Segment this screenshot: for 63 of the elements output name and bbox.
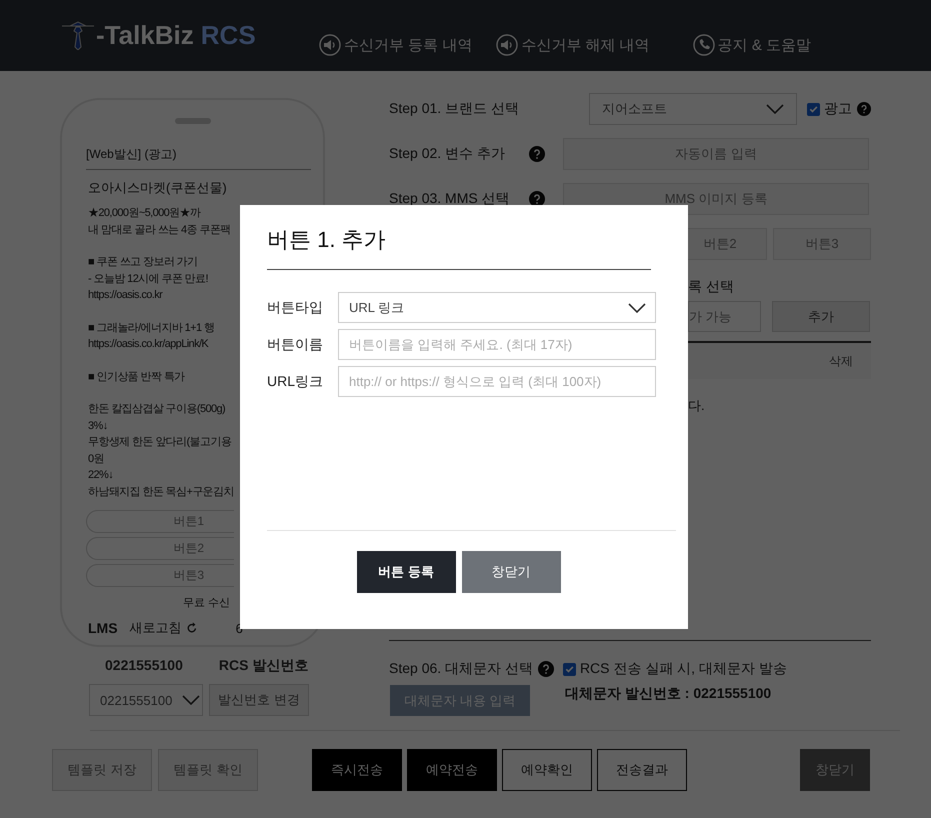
footer-button[interactable]: 예약확인 bbox=[502, 749, 592, 791]
logo-text: -TalkBiz bbox=[96, 20, 194, 50]
message-line: ■ 그래놀라/에너지바 1+1 행 bbox=[88, 320, 214, 336]
input-field[interactable]: http:// or https:// 형식으로 입력 (최대 100자) bbox=[338, 366, 656, 397]
field-label: 버튼타입 bbox=[267, 298, 324, 316]
modal-button[interactable]: 창닫기 bbox=[462, 551, 560, 593]
message-title: 오아시스마켓(쿠폰선물) bbox=[88, 180, 228, 196]
button-type-select[interactable]: URL 링크 bbox=[338, 292, 656, 323]
sender-label: RCS 발신번호 bbox=[218, 657, 308, 675]
logo-accent: RCS bbox=[200, 20, 256, 50]
message-line: 내 맘대로 골라 쓰는 4종 쿠폰팩 bbox=[88, 222, 231, 238]
sender-number: 0221555100 bbox=[105, 657, 183, 675]
footer-button[interactable]: 즉시전송 bbox=[312, 749, 402, 791]
message-line: ■ 인기상품 반짝 특가 bbox=[88, 370, 185, 384]
step-label: Step 03. MMS 선택 bbox=[389, 190, 511, 208]
fallback-sender-info: 대체문자 발신번호 : 0221555100 bbox=[565, 684, 772, 702]
message-line: 하남돼지집 한돈 목심+구운김치 bbox=[88, 484, 234, 500]
checkbox[interactable] bbox=[562, 662, 576, 676]
message-line: 22%↓ bbox=[88, 468, 114, 483]
chevron-icon bbox=[766, 104, 784, 114]
step-label: Step 06. 대체문자 선택 bbox=[389, 660, 533, 678]
field-label: 버튼이름 bbox=[267, 336, 324, 354]
message-line: https://oasis.co.kr/appLink/K bbox=[88, 337, 208, 352]
nav-link[interactable]: 수신거부 등록 내역 bbox=[319, 34, 472, 56]
message-line: 0원 bbox=[88, 452, 104, 466]
input-field[interactable]: 버튼이름을 입력해 주세요. (최대 17자) bbox=[338, 329, 656, 360]
fallback-label: RCS 전송 실패 시, 대체문자 발송 bbox=[580, 660, 787, 678]
modal-button[interactable]: 버튼 등록 bbox=[356, 551, 456, 593]
phone-icon bbox=[692, 34, 715, 56]
step-label: 록 선택 bbox=[688, 278, 735, 296]
speaker-icon bbox=[319, 34, 341, 56]
footer-button[interactable]: 전송결과 bbox=[597, 749, 687, 791]
message-line: https://oasis.co.kr bbox=[88, 288, 162, 303]
message-heading: [Web발신] (광고) bbox=[86, 142, 311, 170]
footer-button[interactable]: 예약전송 bbox=[407, 749, 497, 791]
optout-text: 무료 수신 bbox=[183, 596, 230, 610]
step-label: Step 01. 브랜드 선택 bbox=[389, 100, 519, 118]
brand-select[interactable]: 지어소프트 bbox=[588, 93, 797, 125]
message-line: ★20,000원~5,000원★까 bbox=[88, 206, 200, 221]
message-line: 한돈 칼집삼겹살 구이용(500g) bbox=[88, 402, 226, 417]
field-label: URL링크 bbox=[267, 372, 324, 390]
checkbox[interactable] bbox=[807, 102, 820, 116]
refresh-link[interactable]: 새로고침 bbox=[130, 619, 198, 637]
change-sender-button[interactable]: 발신번호 변경 bbox=[209, 684, 309, 716]
modal-title: 버튼 1. 추가 bbox=[267, 226, 387, 254]
add-button[interactable]: 추가 bbox=[772, 301, 870, 332]
message-line: ■ 쿠폰 쓰고 장보러 가기 bbox=[88, 255, 198, 270]
tie-icon bbox=[60, 20, 96, 50]
chevron-icon bbox=[182, 695, 200, 705]
chevron-icon bbox=[628, 302, 646, 312]
message-line: - 오늘밤 12시에 쿠폰 만료! bbox=[88, 272, 208, 286]
nav-link[interactable]: 수신거부 해제 내역 bbox=[496, 34, 650, 56]
message-line: 3%↓ bbox=[88, 418, 108, 434]
nav-link[interactable]: 공지 & 도움말 bbox=[692, 34, 811, 56]
note-text: 다. bbox=[688, 397, 706, 415]
message-type: LMS bbox=[88, 620, 118, 636]
speaker-icon bbox=[496, 34, 518, 56]
refresh-icon bbox=[186, 622, 198, 634]
message-line: 무항생제 한돈 앞다리(불고기용 bbox=[88, 435, 232, 450]
sender-select[interactable]: 0221555100 bbox=[89, 684, 203, 716]
column-header: 삭제 bbox=[829, 352, 853, 370]
ad-label: 광고 bbox=[824, 100, 852, 118]
step-label: Step 02. 변수 추가 bbox=[389, 145, 506, 163]
